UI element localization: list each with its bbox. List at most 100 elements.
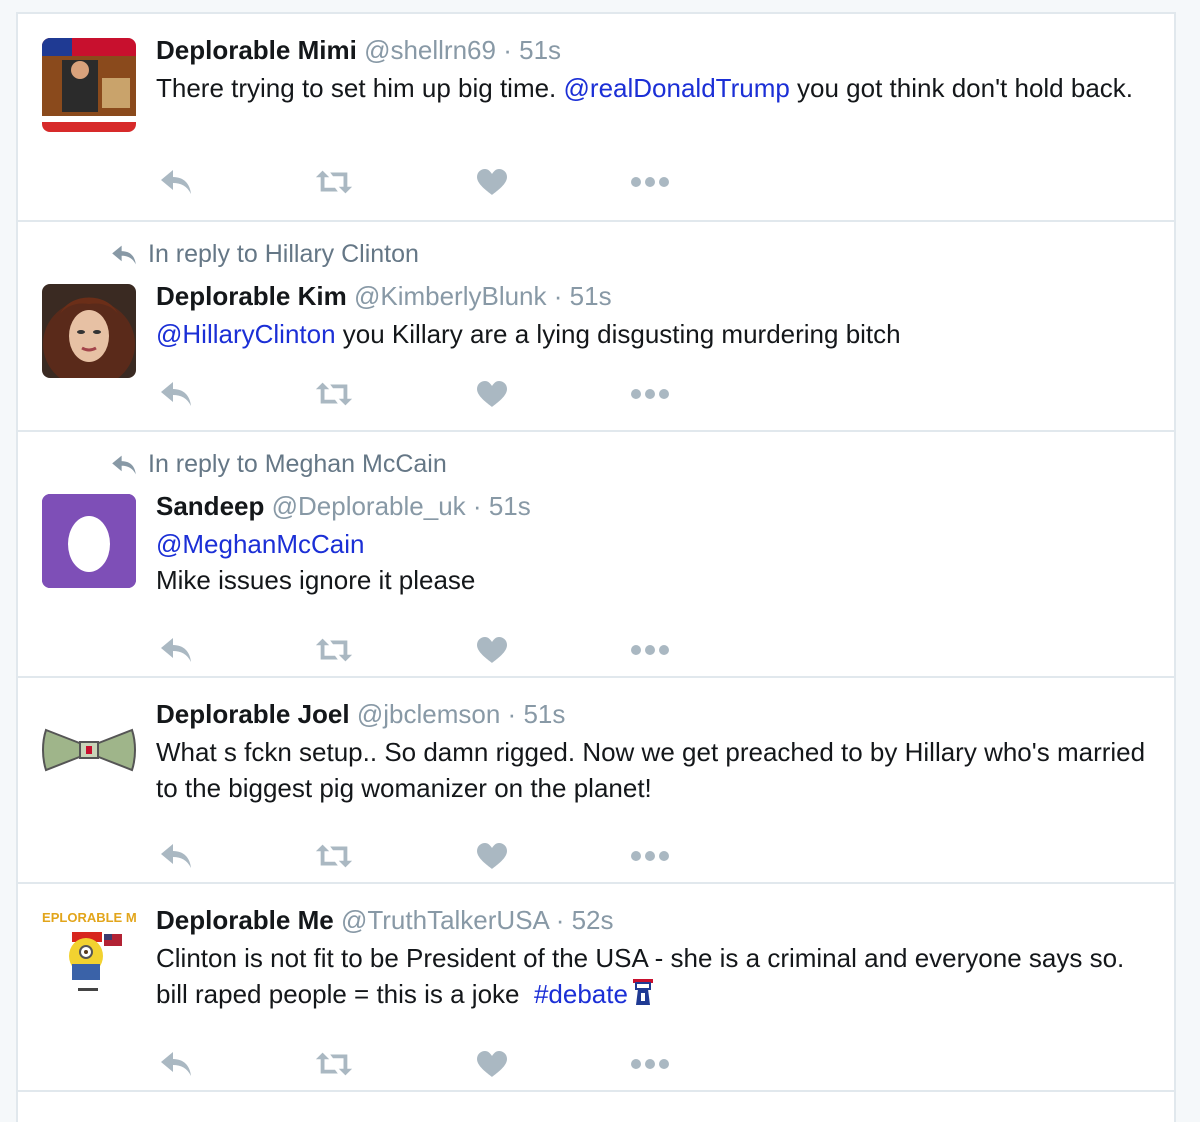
tweet-header: Deplorable Me @TruthTalkerUSA · 52s bbox=[156, 904, 1148, 936]
text-segment: you Killary are a lying disgusting murde… bbox=[335, 319, 901, 349]
retweet-button[interactable] bbox=[314, 630, 354, 670]
more-button[interactable] bbox=[630, 162, 670, 202]
tweet-text: @MeghanMcCain Mike issues ignore it plea… bbox=[156, 526, 1148, 598]
mention-link[interactable]: @MeghanMcCain bbox=[156, 526, 1148, 562]
like-button[interactable] bbox=[472, 1044, 512, 1084]
reply-context-icon bbox=[112, 455, 136, 474]
like-button[interactable] bbox=[472, 630, 512, 670]
user-handle[interactable]: @shellrn69 bbox=[364, 35, 496, 65]
timestamp[interactable]: 52s bbox=[572, 905, 614, 935]
tweet[interactable]: In reply to Meghan McCain Sandeep @Deplo… bbox=[18, 430, 1174, 676]
separator: · bbox=[555, 905, 565, 935]
more-button[interactable] bbox=[630, 630, 670, 670]
more-dots-icon bbox=[631, 177, 669, 187]
retweet-button[interactable] bbox=[314, 1044, 354, 1084]
more-button[interactable] bbox=[630, 836, 670, 876]
timestamp[interactable]: 51s bbox=[570, 281, 612, 311]
reply-button[interactable] bbox=[156, 162, 196, 202]
tweet-header: Sandeep @Deplorable_uk · 51s bbox=[156, 490, 1148, 522]
reply-context[interactable]: In reply to Meghan McCain bbox=[110, 450, 447, 479]
tweet-actions bbox=[156, 1044, 696, 1084]
minion-avatar-image: DEPLORABLE ME bbox=[42, 906, 136, 1000]
tweet-text: @HillaryClinton you Killary are a lying … bbox=[156, 316, 1148, 352]
heart-icon bbox=[477, 381, 507, 407]
tweet-text: What s fckn setup.. So damn rigged. Now … bbox=[156, 734, 1148, 806]
user-name[interactable]: Deplorable Kim bbox=[156, 281, 347, 311]
tweet[interactable]: DEPLORABLE ME Deplorable Me @TruthTalker… bbox=[18, 882, 1174, 1090]
timeline: Deplorable Mimi @shellrn69 · 51s There t… bbox=[16, 12, 1176, 1122]
retweet-button[interactable] bbox=[314, 836, 354, 876]
avatar[interactable]: DEPLORABLE ME bbox=[42, 906, 136, 1000]
retweet-icon bbox=[315, 382, 353, 406]
mention-link[interactable]: @realDonaldTrump bbox=[564, 73, 790, 103]
tweet[interactable]: In reply to Hillary Clinton Deplorable K… bbox=[18, 220, 1174, 430]
text-segment: you got think don't hold back. bbox=[789, 73, 1134, 103]
avatar[interactable] bbox=[42, 702, 136, 796]
user-name[interactable]: Deplorable Mimi bbox=[156, 35, 357, 65]
like-button[interactable] bbox=[472, 836, 512, 876]
user-handle[interactable]: @Deplorable_uk bbox=[272, 491, 466, 521]
separator: · bbox=[507, 699, 517, 729]
tweet-actions bbox=[156, 162, 696, 202]
user-handle[interactable]: @TruthTalkerUSA bbox=[341, 905, 549, 935]
like-button[interactable] bbox=[472, 162, 512, 202]
more-dots-icon bbox=[631, 1059, 669, 1069]
avatar[interactable] bbox=[42, 284, 136, 378]
retweet-icon bbox=[315, 844, 353, 868]
reply-context-icon bbox=[112, 245, 136, 264]
tweet-content: Deplorable Me @TruthTalkerUSA · 52s Clin… bbox=[156, 904, 1148, 1012]
retweet-icon bbox=[315, 1052, 353, 1076]
retweet-button[interactable] bbox=[314, 374, 354, 414]
bow-tie-icon bbox=[42, 702, 136, 796]
timestamp[interactable]: 51s bbox=[489, 491, 531, 521]
avatar[interactable] bbox=[42, 38, 136, 132]
reply-button[interactable] bbox=[156, 836, 196, 876]
tweet-content: Sandeep @Deplorable_uk · 51s @MeghanMcCa… bbox=[156, 490, 1148, 598]
timestamp[interactable]: 51s bbox=[519, 35, 561, 65]
reply-button[interactable] bbox=[156, 374, 196, 414]
mention-link[interactable]: @HillaryClinton bbox=[156, 319, 336, 349]
heart-icon bbox=[477, 169, 507, 195]
separator: · bbox=[503, 35, 512, 65]
heart-icon bbox=[477, 637, 507, 663]
reply-context[interactable]: In reply to Hillary Clinton bbox=[110, 240, 419, 269]
user-handle[interactable]: @jbclemson bbox=[357, 699, 500, 729]
more-button[interactable] bbox=[630, 374, 670, 414]
tweet-content: Deplorable Mimi @shellrn69 · 51s There t… bbox=[156, 34, 1148, 106]
text-segment: Mike issues ignore it please bbox=[156, 565, 476, 595]
avatar[interactable] bbox=[42, 494, 136, 588]
tweet-content: Deplorable Kim @KimberlyBlunk · 51s @Hil… bbox=[156, 280, 1148, 352]
reply-icon bbox=[161, 844, 191, 868]
reply-icon bbox=[161, 170, 191, 194]
heart-icon bbox=[477, 1051, 507, 1077]
tweet-header: Deplorable Mimi @shellrn69 · 51s bbox=[156, 34, 1148, 66]
reply-icon bbox=[161, 638, 191, 662]
tweet-header: Deplorable Kim @KimberlyBlunk · 51s bbox=[156, 280, 1148, 312]
reply-icon bbox=[161, 382, 191, 406]
reply-button[interactable] bbox=[156, 630, 196, 670]
like-button[interactable] bbox=[472, 374, 512, 414]
avatar-logo-text: DEPLORABLE ME bbox=[42, 910, 136, 925]
tweet[interactable]: Deplorable Joel @jbclemson · 51s What s … bbox=[18, 676, 1174, 882]
hashtag-link[interactable]: #debate bbox=[534, 979, 628, 1009]
user-handle[interactable]: @KimberlyBlunk bbox=[354, 281, 547, 311]
tweet[interactable]: Deplorable Mimi @shellrn69 · 51s There t… bbox=[18, 12, 1174, 220]
reply-button[interactable] bbox=[156, 1044, 196, 1084]
more-dots-icon bbox=[631, 645, 669, 655]
egg-icon bbox=[42, 494, 136, 588]
text-segment: There trying to set him up big time. bbox=[156, 73, 564, 103]
user-name[interactable]: Deplorable Joel bbox=[156, 699, 350, 729]
retweet-icon bbox=[315, 638, 353, 662]
user-name[interactable]: Deplorable Me bbox=[156, 905, 334, 935]
retweet-button[interactable] bbox=[314, 162, 354, 202]
heart-icon bbox=[477, 843, 507, 869]
timeline-divider bbox=[18, 1090, 1174, 1092]
more-dots-icon bbox=[631, 389, 669, 399]
podium-emoji-icon bbox=[632, 979, 653, 1005]
more-button[interactable] bbox=[630, 1044, 670, 1084]
reply-context-label: In reply to Hillary Clinton bbox=[148, 240, 419, 268]
tweet-text: Clinton is not fit to be President of th… bbox=[156, 940, 1148, 1012]
tweet-actions bbox=[156, 630, 696, 670]
timestamp[interactable]: 51s bbox=[523, 699, 565, 729]
user-name[interactable]: Sandeep bbox=[156, 491, 264, 521]
